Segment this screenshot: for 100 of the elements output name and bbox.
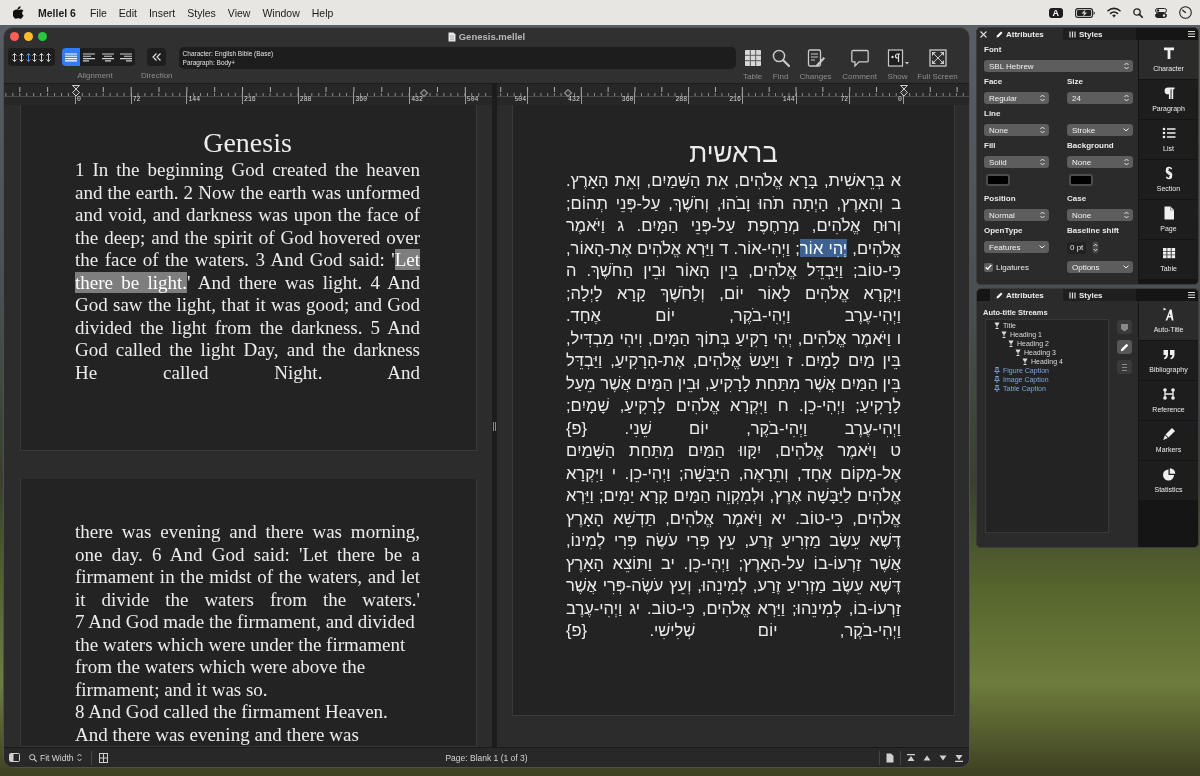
menu-item[interactable]: Insert <box>148 5 176 20</box>
cup-icon <box>1008 340 1014 347</box>
find-button[interactable]: Find <box>767 48 794 81</box>
clipboard-icon <box>805 48 826 68</box>
page-icon[interactable] <box>886 752 894 763</box>
down-chevron-icon <box>1123 265 1129 269</box>
indent-marker-icon[interactable] <box>899 85 908 97</box>
popup-button[interactable]: None <box>984 124 1049 136</box>
pulldown-button[interactable]: Options <box>1067 261 1133 273</box>
menu-icon[interactable] <box>1188 31 1195 37</box>
indent-marker-icon[interactable] <box>71 85 80 97</box>
palette-tab[interactable]: Styles <box>1063 28 1136 40</box>
close-window-icon[interactable] <box>9 32 19 41</box>
cup-icon <box>1015 349 1021 356</box>
previous-page-icon[interactable] <box>923 753 931 762</box>
palette-tab[interactable]: Styles <box>1063 289 1136 301</box>
menu-item[interactable]: Help <box>311 5 334 20</box>
pin-icon <box>994 385 1000 392</box>
align-justify-icon <box>65 52 78 62</box>
grid-icon <box>1161 246 1176 260</box>
speech-bubble-icon <box>849 48 870 68</box>
body-paragraph: ט וַיֹּאמֶר אֱלֹהִים, יִקָּווּ הַמַּיִם מִתַּחַת הַשָּׁמַיִם אֶל-מָקוֹם אֶחָד, וְתֵרָאֶה, הַיַּבָּשָׁה; וַיְהִי-כֵן. י וַיִּקְרָא אֱלֹהִים לַיַּבָּשָׁה אֶרֶץ, וּלְמִקְוֵה הַמַּיִם קָרָא יַמִּים; וַיַּרְא אֱלֹהִים, כִּי-טוֹב. יא וַיֹּאמֶר אֱלֹהִים, תַּדְשֵׁא הָאָרֶץ דֶּשֶׁא עֵשֶׂב מַזְרִיעַ זֶרַע, עֵץ פְּרִי עֹשֶׂה פְּרִי לְמִינוֹ, אֲשֶׁר זַרְעוֹ-בוֹ עַל-הָאָרֶץ; וַיְהִי-כֵן. יב וַתּוֹצֵא הָאָרֶץ דֶּשֶׁא עֵשֶׂב מַזְרִיעַ זֶרַע, לְמִינֵהוּ, וְעֵץ עֹשֶׂה-פְּרִי אֲשֶׁר זַרְעוֹ-בוֹ, לְמִינֵהוּ; וַיַּרְא אֱלֹהִים, כִּי-טוֹב. יג וַיְהִי-עֶרֶב וַיְהִי-בֹקֶר, יוֹם שְׁלִישִׁי. {פ} <box>566 440 901 642</box>
pulldown-button[interactable]: Stroke <box>1067 124 1133 136</box>
menu-icon[interactable] <box>1188 292 1195 298</box>
wifi-icon[interactable] <box>1107 7 1121 18</box>
popup-button[interactable]: Regular <box>984 92 1049 104</box>
full-screen-button[interactable]: Full Screen <box>913 48 962 81</box>
comment-button[interactable]: Comment <box>837 48 882 81</box>
last-page-icon[interactable] <box>955 753 963 762</box>
palette-tab[interactable]: Attributes <box>990 28 1063 40</box>
field-label: Size <box>1067 76 1083 88</box>
changes-button[interactable]: Changes <box>793 48 838 81</box>
minimize-window-icon[interactable] <box>23 32 33 41</box>
search-icon[interactable] <box>1133 7 1143 18</box>
input-source-indicator[interactable]: A <box>1048 7 1063 18</box>
lines-icon <box>1120 362 1129 372</box>
clock-icon[interactable] <box>1179 6 1192 19</box>
popup-button[interactable]: None <box>1067 209 1133 221</box>
menu-item[interactable]: Window <box>262 5 300 20</box>
pie-chart-icon <box>1161 467 1176 481</box>
checkbox-label: Ligatures <box>996 262 1029 272</box>
zoom-popup[interactable]: Fit Width <box>27 752 84 763</box>
color-swatch-icon[interactable] <box>986 174 1010 186</box>
menu-item[interactable]: Edit <box>118 5 137 20</box>
menu-item[interactable]: File <box>89 5 107 20</box>
margin-marker-icon[interactable] <box>419 89 428 97</box>
cup-icon <box>1001 331 1007 338</box>
edit-button[interactable] <box>1117 340 1132 354</box>
margin-marker-icon[interactable] <box>563 89 572 97</box>
popup-button[interactable]: None <box>1067 156 1133 168</box>
cup-icon <box>994 322 1000 329</box>
apple-icon[interactable] <box>13 6 24 19</box>
control-center-icon[interactable] <box>1155 7 1167 18</box>
stepper-icon[interactable] <box>1092 241 1100 254</box>
popup-button[interactable]: SBL Hebrew <box>984 60 1133 72</box>
popup-button[interactable]: Solid <box>984 156 1049 168</box>
updown-chevron-icon <box>1040 211 1045 219</box>
next-page-icon[interactable] <box>939 753 947 762</box>
align-center-icon <box>101 52 114 62</box>
table-button[interactable]: Table <box>737 48 768 81</box>
align-justify-button[interactable] <box>62 48 81 66</box>
battery-charging-icon[interactable] <box>1075 7 1095 18</box>
quote-marks-icon <box>1161 347 1176 361</box>
baseline-shift-field[interactable]: 0 pt <box>1067 241 1087 254</box>
body-paragraph: 8 And God called the firmament Heaven. And there was evening and there was <box>75 701 389 746</box>
pencil-icon <box>996 291 1003 299</box>
pencil-icon <box>1120 342 1129 352</box>
pin-icon <box>994 367 1000 374</box>
letter-t-icon <box>1161 46 1176 60</box>
menu-item[interactable]: Styles <box>187 5 216 20</box>
field-label: Case <box>1067 193 1087 205</box>
zoom-window-icon[interactable] <box>37 32 47 41</box>
app-menu[interactable]: Mellel 6 <box>38 5 76 20</box>
updown-chevron-icon <box>1124 62 1129 70</box>
direction-button[interactable] <box>147 48 167 66</box>
pulldown-button[interactable]: Features <box>984 241 1049 253</box>
pin-icon <box>994 376 1000 383</box>
popup-button[interactable]: 24 <box>1067 92 1133 104</box>
grid-icon[interactable] <box>98 752 108 763</box>
columns-icon <box>1069 30 1076 38</box>
first-page-icon[interactable] <box>907 753 915 762</box>
color-swatch-icon[interactable] <box>1069 174 1093 186</box>
checkbox[interactable] <box>984 262 993 272</box>
splitter-handle-icon[interactable] <box>493 421 496 431</box>
close-icon[interactable] <box>980 30 987 38</box>
spacing-icon[interactable] <box>32 52 38 62</box>
palette-tab[interactable]: Attributes <box>990 289 1063 301</box>
sidebar-toggle-icon[interactable] <box>9 753 20 762</box>
menu-item[interactable]: View <box>227 5 251 20</box>
bulleted-list-icon <box>1161 126 1176 140</box>
spacing-icon[interactable] <box>39 52 45 62</box>
show-button[interactable]: Show <box>881 48 914 81</box>
spacing-icon[interactable] <box>25 52 31 62</box>
magnifier-icon <box>29 753 37 762</box>
pilcrow-document-icon <box>886 48 909 68</box>
line-spacing-control[interactable] <box>8 48 55 66</box>
spacing-icon[interactable] <box>18 52 24 62</box>
popup-button[interactable]: Normal <box>984 209 1049 221</box>
spacing-icon[interactable] <box>11 52 17 62</box>
spacing-icon[interactable] <box>46 52 52 62</box>
